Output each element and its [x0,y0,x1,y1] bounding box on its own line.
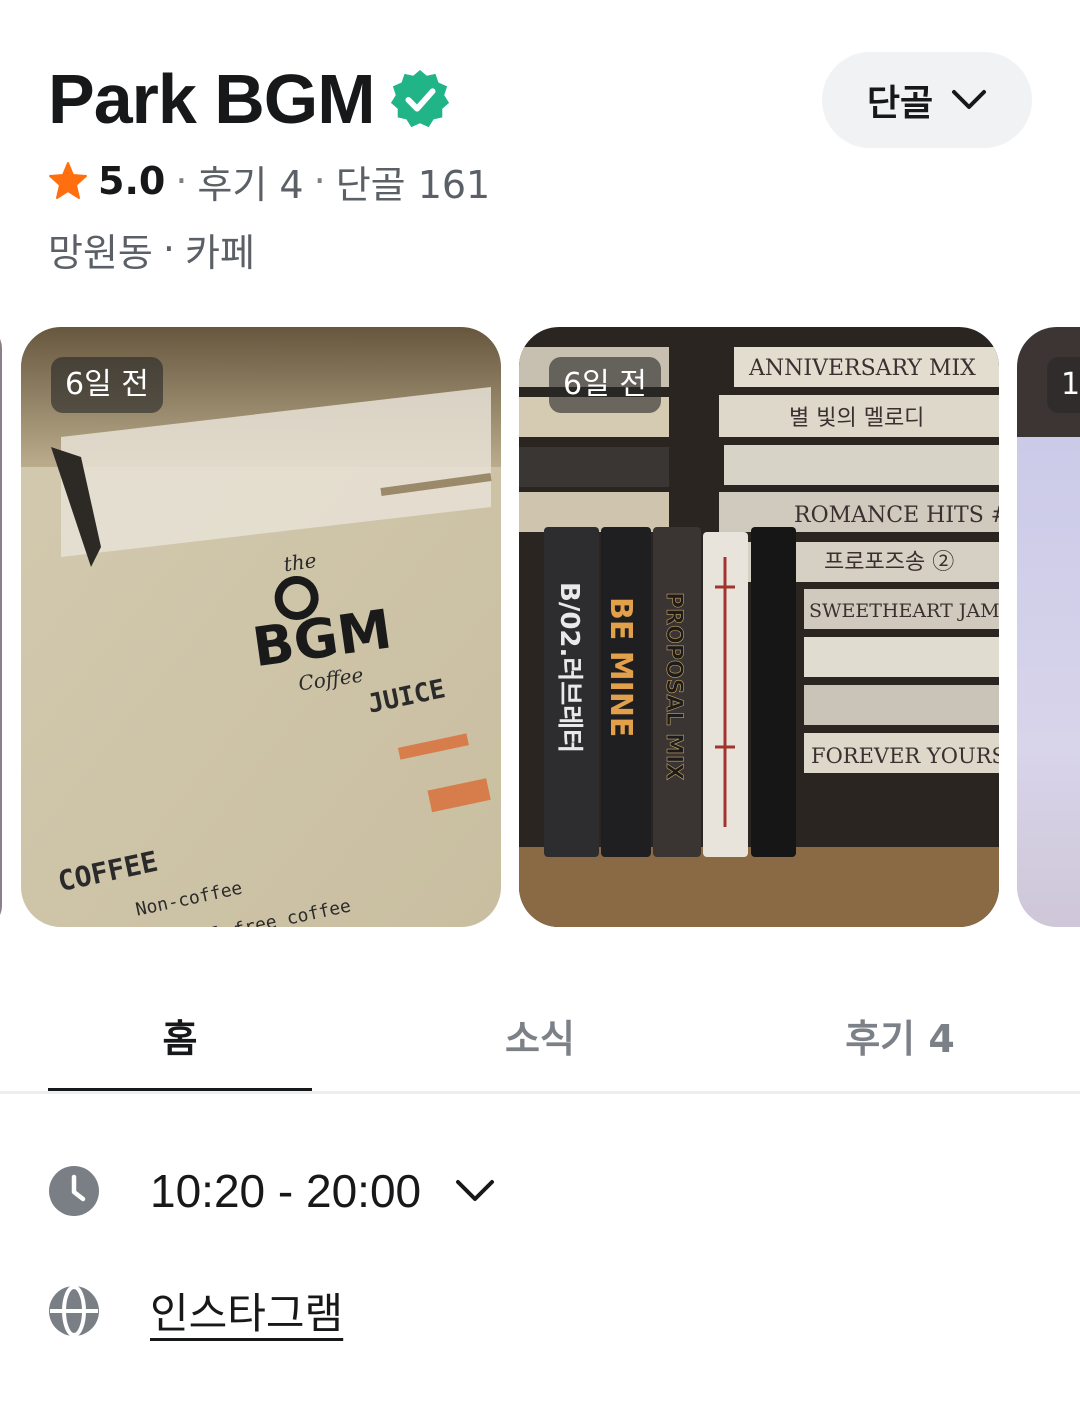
cassette-spine-1: B/02.러브레터 [554,582,584,753]
regulars-count: 단골 161 [335,162,491,207]
location-row: 망원동 · 카페 [48,224,255,275]
cassette-photo: ANNIVERSARY MIX 별 빛의 멜로디 ROMANCE HITS #1… [519,327,999,927]
separator: · [162,227,175,271]
cassette-label-2: 별 빛의 멜로디 [789,406,924,431]
store-name: Park BGM [48,60,376,138]
time-badge: 6일 전 [51,357,163,413]
gallery-card[interactable]: ANNIVERSARY MIX 별 빛의 멜로디 ROMANCE HITS #1… [519,327,999,927]
reviews-count[interactable]: 후기 4 [197,154,303,209]
location: 망원동 [48,230,153,275]
globe-icon [49,1284,99,1337]
tab-reviews[interactable]: 후기 4 [768,975,1032,1095]
divider [0,1091,1080,1094]
gallery-card[interactable]: BGM the Coffee JUICE COFFEE Non-coffee A… [21,327,501,927]
cassette-label-5: SWEETHEART JAMS [809,600,999,622]
cassette-label-1: ANNIVERSARY MIX [748,356,976,381]
menu-the: the [282,548,318,576]
rating-row: 5.0 · 후기 4 · 단골 161 [48,154,491,209]
hours-row[interactable]: 10:20 - 20:00 [48,1164,495,1218]
gallery-card-peek-right[interactable]: 1 [1017,327,1080,927]
menu-photo: BGM the Coffee JUICE COFFEE Non-coffee A… [21,327,501,927]
tab-news[interactable]: 소식 [408,975,672,1095]
gallery-card-peek-left[interactable] [0,327,2,927]
store-header: Park BGM 단골 5.0 · 후기 4 · 단골 161 망원동 · 카페 [48,52,1038,275]
clock-icon [49,1166,99,1216]
star-icon [49,162,87,199]
instagram-link[interactable]: 인스타그램 [150,1280,343,1341]
instagram-row[interactable]: 인스타그램 [48,1280,343,1341]
tab-home[interactable]: 홈 [48,975,312,1095]
follow-button-label: 단골 [866,83,934,124]
verified-badge-icon [390,69,449,128]
time-badge: 6일 전 [549,357,661,413]
cassette-spine-2: BE MINE [603,597,638,737]
chevron-down-icon[interactable] [455,1179,495,1203]
rating-value: 5.0 [98,159,166,203]
cassette-label-3: ROMANCE HITS #1 [794,503,999,528]
cassette-label-6: FOREVER YOURS [811,744,999,768]
category: 카페 [184,230,255,275]
tab-bar: 홈 소식 후기 4 [0,975,1080,1095]
chevron-down-icon [952,90,987,109]
separator: · [313,159,326,203]
time-badge: 1 [1047,357,1080,413]
cassette-spine-3: PROPOSAL MIX [661,592,686,780]
separator: · [175,159,188,203]
business-hours: 10:20 - 20:00 [150,1165,422,1217]
photo-gallery[interactable]: BGM the Coffee JUICE COFFEE Non-coffee A… [0,327,1080,927]
follow-button[interactable]: 단골 [822,52,1032,148]
cassette-label-4: 프로포즈송 ② [824,550,954,575]
